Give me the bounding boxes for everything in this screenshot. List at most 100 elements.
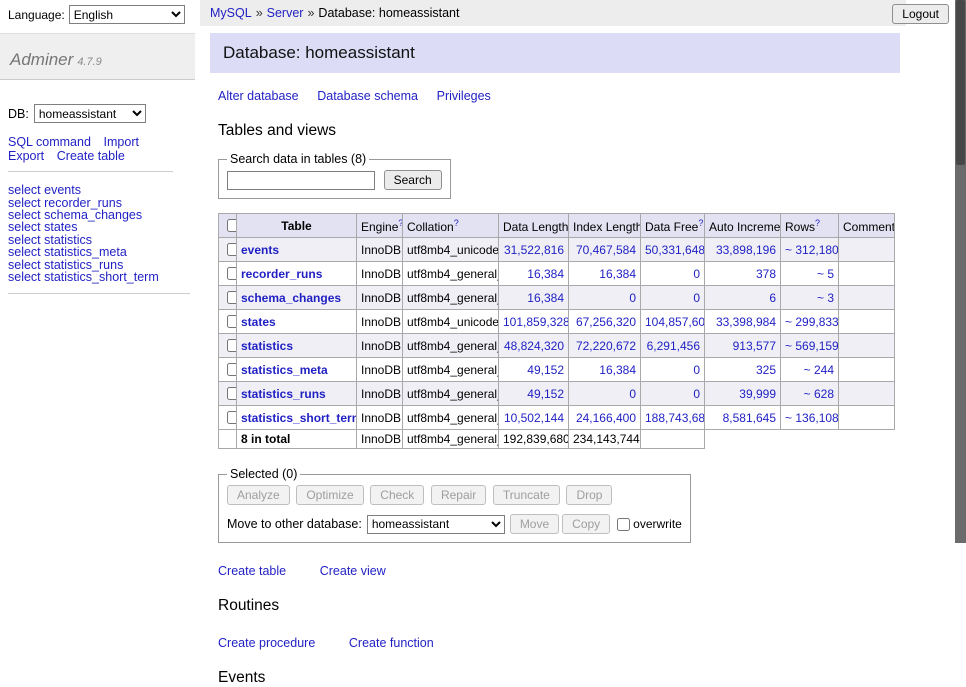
row-checkbox[interactable] bbox=[227, 315, 237, 328]
row-checkbox[interactable] bbox=[227, 363, 237, 376]
privileges-link[interactable]: Privileges bbox=[437, 89, 491, 103]
optimize-button: Optimize bbox=[296, 485, 363, 505]
data-free-link[interactable]: 0 bbox=[693, 387, 700, 401]
move-db-select[interactable]: homeassistant bbox=[367, 515, 505, 534]
index-length-link[interactable]: 0 bbox=[629, 291, 636, 305]
rows-count-link[interactable]: ~ 5 bbox=[817, 267, 834, 281]
data-free-link[interactable]: 50,331,648 bbox=[645, 243, 705, 257]
help-icon[interactable]: ? bbox=[698, 218, 703, 228]
tables-table: Table Engine? Collation? Data Length? In… bbox=[218, 213, 895, 449]
help-icon[interactable]: ? bbox=[398, 218, 402, 228]
engine-cell: InnoDB bbox=[357, 238, 403, 262]
select-all-checkbox[interactable] bbox=[227, 219, 237, 232]
create-view-link[interactable]: Create view bbox=[320, 564, 386, 578]
rows-count-link[interactable]: ~ 3 bbox=[817, 291, 834, 305]
copy-button: Copy bbox=[562, 514, 610, 534]
alter-database-link[interactable]: Alter database bbox=[218, 89, 299, 103]
data-free-link[interactable]: 104,857,600 bbox=[645, 315, 705, 329]
data-length-link[interactable]: 101,859,328 bbox=[503, 315, 569, 329]
create-function-link[interactable]: Create function bbox=[349, 636, 434, 650]
row-checkbox[interactable] bbox=[227, 339, 237, 352]
breadcrumb-link-server[interactable]: Server bbox=[267, 6, 304, 20]
table-link[interactable]: statistics_runs bbox=[241, 387, 326, 401]
sidebar-link-create-table[interactable]: Create table bbox=[57, 149, 125, 163]
data-length-link[interactable]: 10,502,144 bbox=[504, 411, 564, 425]
table-link[interactable]: statistics_meta bbox=[241, 363, 328, 377]
auto-increment-link[interactable]: 8,581,645 bbox=[723, 411, 776, 425]
data-free-link[interactable]: 188,743,680 bbox=[645, 411, 705, 425]
data-free-link[interactable]: 0 bbox=[693, 291, 700, 305]
create-procedure-link[interactable]: Create procedure bbox=[218, 636, 315, 650]
language-select[interactable]: English bbox=[69, 5, 185, 24]
app-name: Adminer bbox=[10, 50, 73, 69]
row-checkbox[interactable] bbox=[227, 243, 237, 256]
data-length-link[interactable]: 31,522,816 bbox=[504, 243, 564, 257]
rows-count-link[interactable]: ~ 244 bbox=[804, 363, 834, 377]
sidebar-link-export[interactable]: Export bbox=[8, 149, 44, 163]
data-length-link[interactable]: 16,384 bbox=[527, 291, 564, 305]
scrollbar-thumb[interactable] bbox=[956, 0, 965, 165]
data-free-link[interactable]: 0 bbox=[693, 363, 700, 377]
breadcrumb: MySQL»Server»Database: homeassistant bbox=[200, 0, 906, 26]
breadcrumb-link-mysql[interactable]: MySQL bbox=[210, 6, 252, 20]
rows-count-link[interactable]: ~ 312,180 bbox=[785, 243, 839, 257]
table-link[interactable]: events bbox=[241, 243, 279, 257]
rows-count-link[interactable]: ~ 569,159 bbox=[785, 339, 839, 353]
table-link[interactable]: statistics bbox=[241, 339, 293, 353]
engine-cell: InnoDB bbox=[357, 382, 403, 406]
table-link[interactable]: recorder_runs bbox=[241, 267, 322, 281]
help-icon[interactable]: ? bbox=[454, 218, 459, 228]
create-table-link[interactable]: Create table bbox=[218, 564, 286, 578]
row-checkbox[interactable] bbox=[227, 387, 237, 400]
sidebar-link-import[interactable]: Import bbox=[104, 135, 139, 149]
auto-increment-link[interactable]: 33,398,984 bbox=[716, 315, 776, 329]
table-link[interactable]: states bbox=[241, 315, 276, 329]
sidebar-item-select-events[interactable]: select events bbox=[8, 184, 190, 196]
rows-count-link[interactable]: ~ 628 bbox=[804, 387, 834, 401]
logout-button[interactable]: Logout bbox=[892, 4, 949, 24]
index-length-link[interactable]: 0 bbox=[629, 387, 636, 401]
auto-increment-link[interactable]: 33,898,196 bbox=[716, 243, 776, 257]
rows-count-link[interactable]: ~ 299,833 bbox=[785, 315, 839, 329]
table-row: recorder_runs InnoDB utf8mb4_general_ci … bbox=[219, 262, 895, 286]
auto-increment-link[interactable]: 39,999 bbox=[739, 387, 776, 401]
index-length-link[interactable]: 70,467,584 bbox=[576, 243, 636, 257]
comment-cell bbox=[839, 286, 895, 310]
index-length-link[interactable]: 72,220,672 bbox=[576, 339, 636, 353]
search-input[interactable] bbox=[227, 171, 375, 190]
auto-increment-link[interactable]: 913,577 bbox=[733, 339, 776, 353]
index-length-link[interactable]: 16,384 bbox=[599, 267, 636, 281]
index-length-link[interactable]: 16,384 bbox=[599, 363, 636, 377]
sidebar-item-select-statistics-meta[interactable]: select statistics_meta bbox=[8, 246, 190, 258]
table-link[interactable]: schema_changes bbox=[241, 291, 341, 305]
sidebar-link-sql-command[interactable]: SQL command bbox=[8, 135, 91, 149]
data-length-link[interactable]: 16,384 bbox=[527, 267, 564, 281]
database-schema-link[interactable]: Database schema bbox=[317, 89, 418, 103]
table-link[interactable]: statistics_short_term bbox=[241, 411, 357, 425]
overwrite-checkbox[interactable] bbox=[617, 518, 630, 531]
column-header-rows: Rows? bbox=[781, 214, 839, 238]
sidebar-item-select-states[interactable]: select states bbox=[8, 221, 190, 233]
row-checkbox[interactable] bbox=[227, 411, 237, 424]
index-length-link[interactable]: 67,256,320 bbox=[576, 315, 636, 329]
sidebar-item-select-statistics-short-term[interactable]: select statistics_short_term bbox=[8, 271, 190, 283]
scrollbar[interactable] bbox=[955, 0, 966, 543]
db-select[interactable]: homeassistant bbox=[34, 104, 146, 123]
row-checkbox[interactable] bbox=[227, 267, 237, 280]
main-content: MySQL»Server»Database: homeassistant Dat… bbox=[200, 0, 906, 543]
data-length-link[interactable]: 49,152 bbox=[527, 363, 564, 377]
search-button[interactable]: Search bbox=[384, 170, 442, 190]
index-length-link[interactable]: 24,166,400 bbox=[576, 411, 636, 425]
data-length-link[interactable]: 49,152 bbox=[527, 387, 564, 401]
help-icon[interactable]: ? bbox=[815, 218, 820, 228]
data-free-link[interactable]: 6,291,456 bbox=[647, 339, 700, 353]
auto-increment-link[interactable]: 325 bbox=[756, 363, 776, 377]
row-checkbox[interactable] bbox=[227, 291, 237, 304]
rows-count-link[interactable]: ~ 136,108 bbox=[785, 411, 839, 425]
data-free-link[interactable]: 0 bbox=[693, 267, 700, 281]
auto-increment-link[interactable]: 378 bbox=[756, 267, 776, 281]
column-header-engine: Engine? bbox=[357, 214, 403, 238]
auto-increment-link[interactable]: 6 bbox=[769, 291, 776, 305]
data-length-link[interactable]: 48,824,320 bbox=[504, 339, 564, 353]
db-label: DB: bbox=[8, 107, 29, 121]
